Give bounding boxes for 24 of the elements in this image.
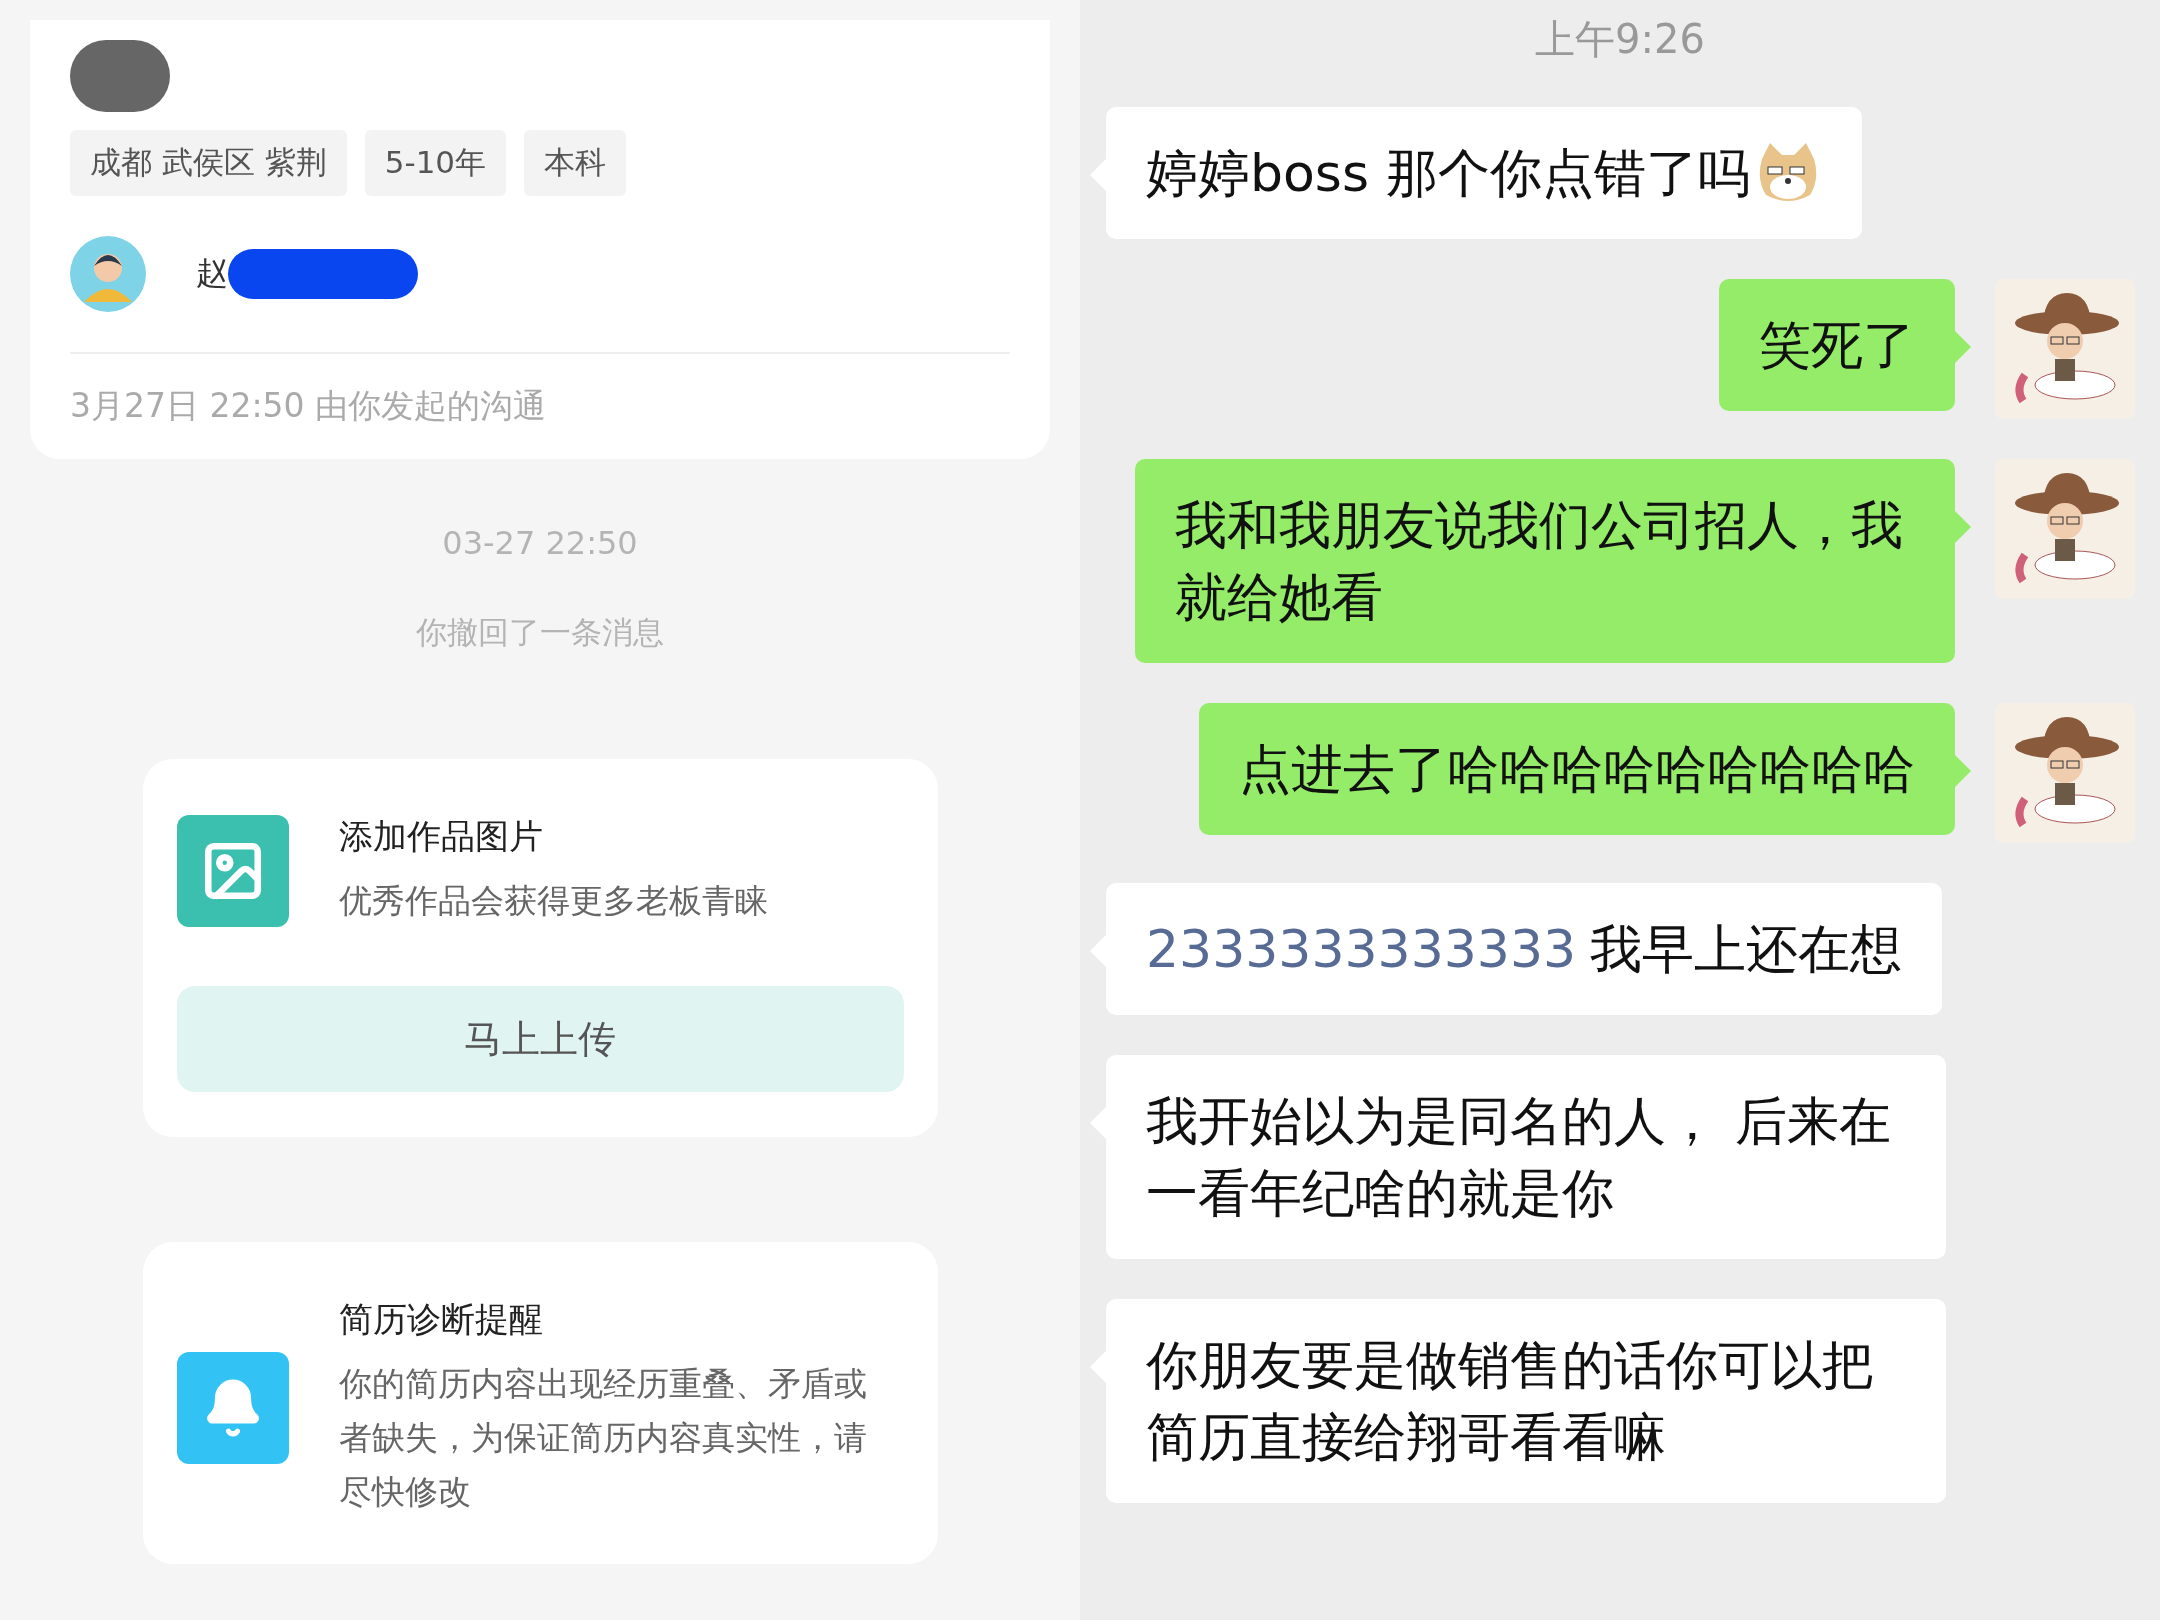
message-text: 我和我朋友说我们公司招人，我就给她看 xyxy=(1175,494,1904,629)
message-text: 笑死了 xyxy=(1759,314,1915,377)
tag: 成都 武侯区 紫荆 xyxy=(70,130,347,196)
avatar-icon xyxy=(70,236,146,312)
upload-button[interactable]: 马上上传 xyxy=(176,986,904,1092)
card-description: 优秀作品会获得更多老板青睐 xyxy=(338,880,769,922)
bell-icon xyxy=(176,1352,289,1464)
contact-name: 赵 xyxy=(196,253,228,294)
tag: 本科 xyxy=(524,130,627,196)
message-text: 你朋友要是做销售的话你可以把简历直接给翔哥看看嘛 xyxy=(1146,1334,1875,1469)
message-time: 上午9:26 xyxy=(1535,15,1705,64)
image-icon xyxy=(176,815,289,927)
card-title: 简历诊断提醒 xyxy=(338,1298,544,1341)
chat-origin-note: 3月27日 22:50 由你发起的沟通 xyxy=(70,352,1010,429)
message-text: 点进去了哈哈哈哈哈哈哈哈哈 xyxy=(1239,738,1915,801)
card-description: 你的简历内容出现经历重叠、矛盾或者缺失，为保证简历内容真实性，请尽快修改 xyxy=(338,1363,868,1513)
system-notice: 你撤回了一条消息 xyxy=(416,613,664,652)
timestamp: 03-27 22:50 xyxy=(442,524,638,562)
tag: 5-10年 xyxy=(364,130,507,196)
message-text: 婷婷boss 那个你点错了吗 xyxy=(1146,142,1750,205)
card-title: 添加作品图片 xyxy=(338,815,544,858)
message-text: 我开始以为是同名的人， 后来在一看年纪啥的就是你 xyxy=(1146,1090,1892,1225)
number-text: 2333333333333 xyxy=(1146,918,1577,981)
message-text: 我早上还在想 xyxy=(1590,918,1903,981)
